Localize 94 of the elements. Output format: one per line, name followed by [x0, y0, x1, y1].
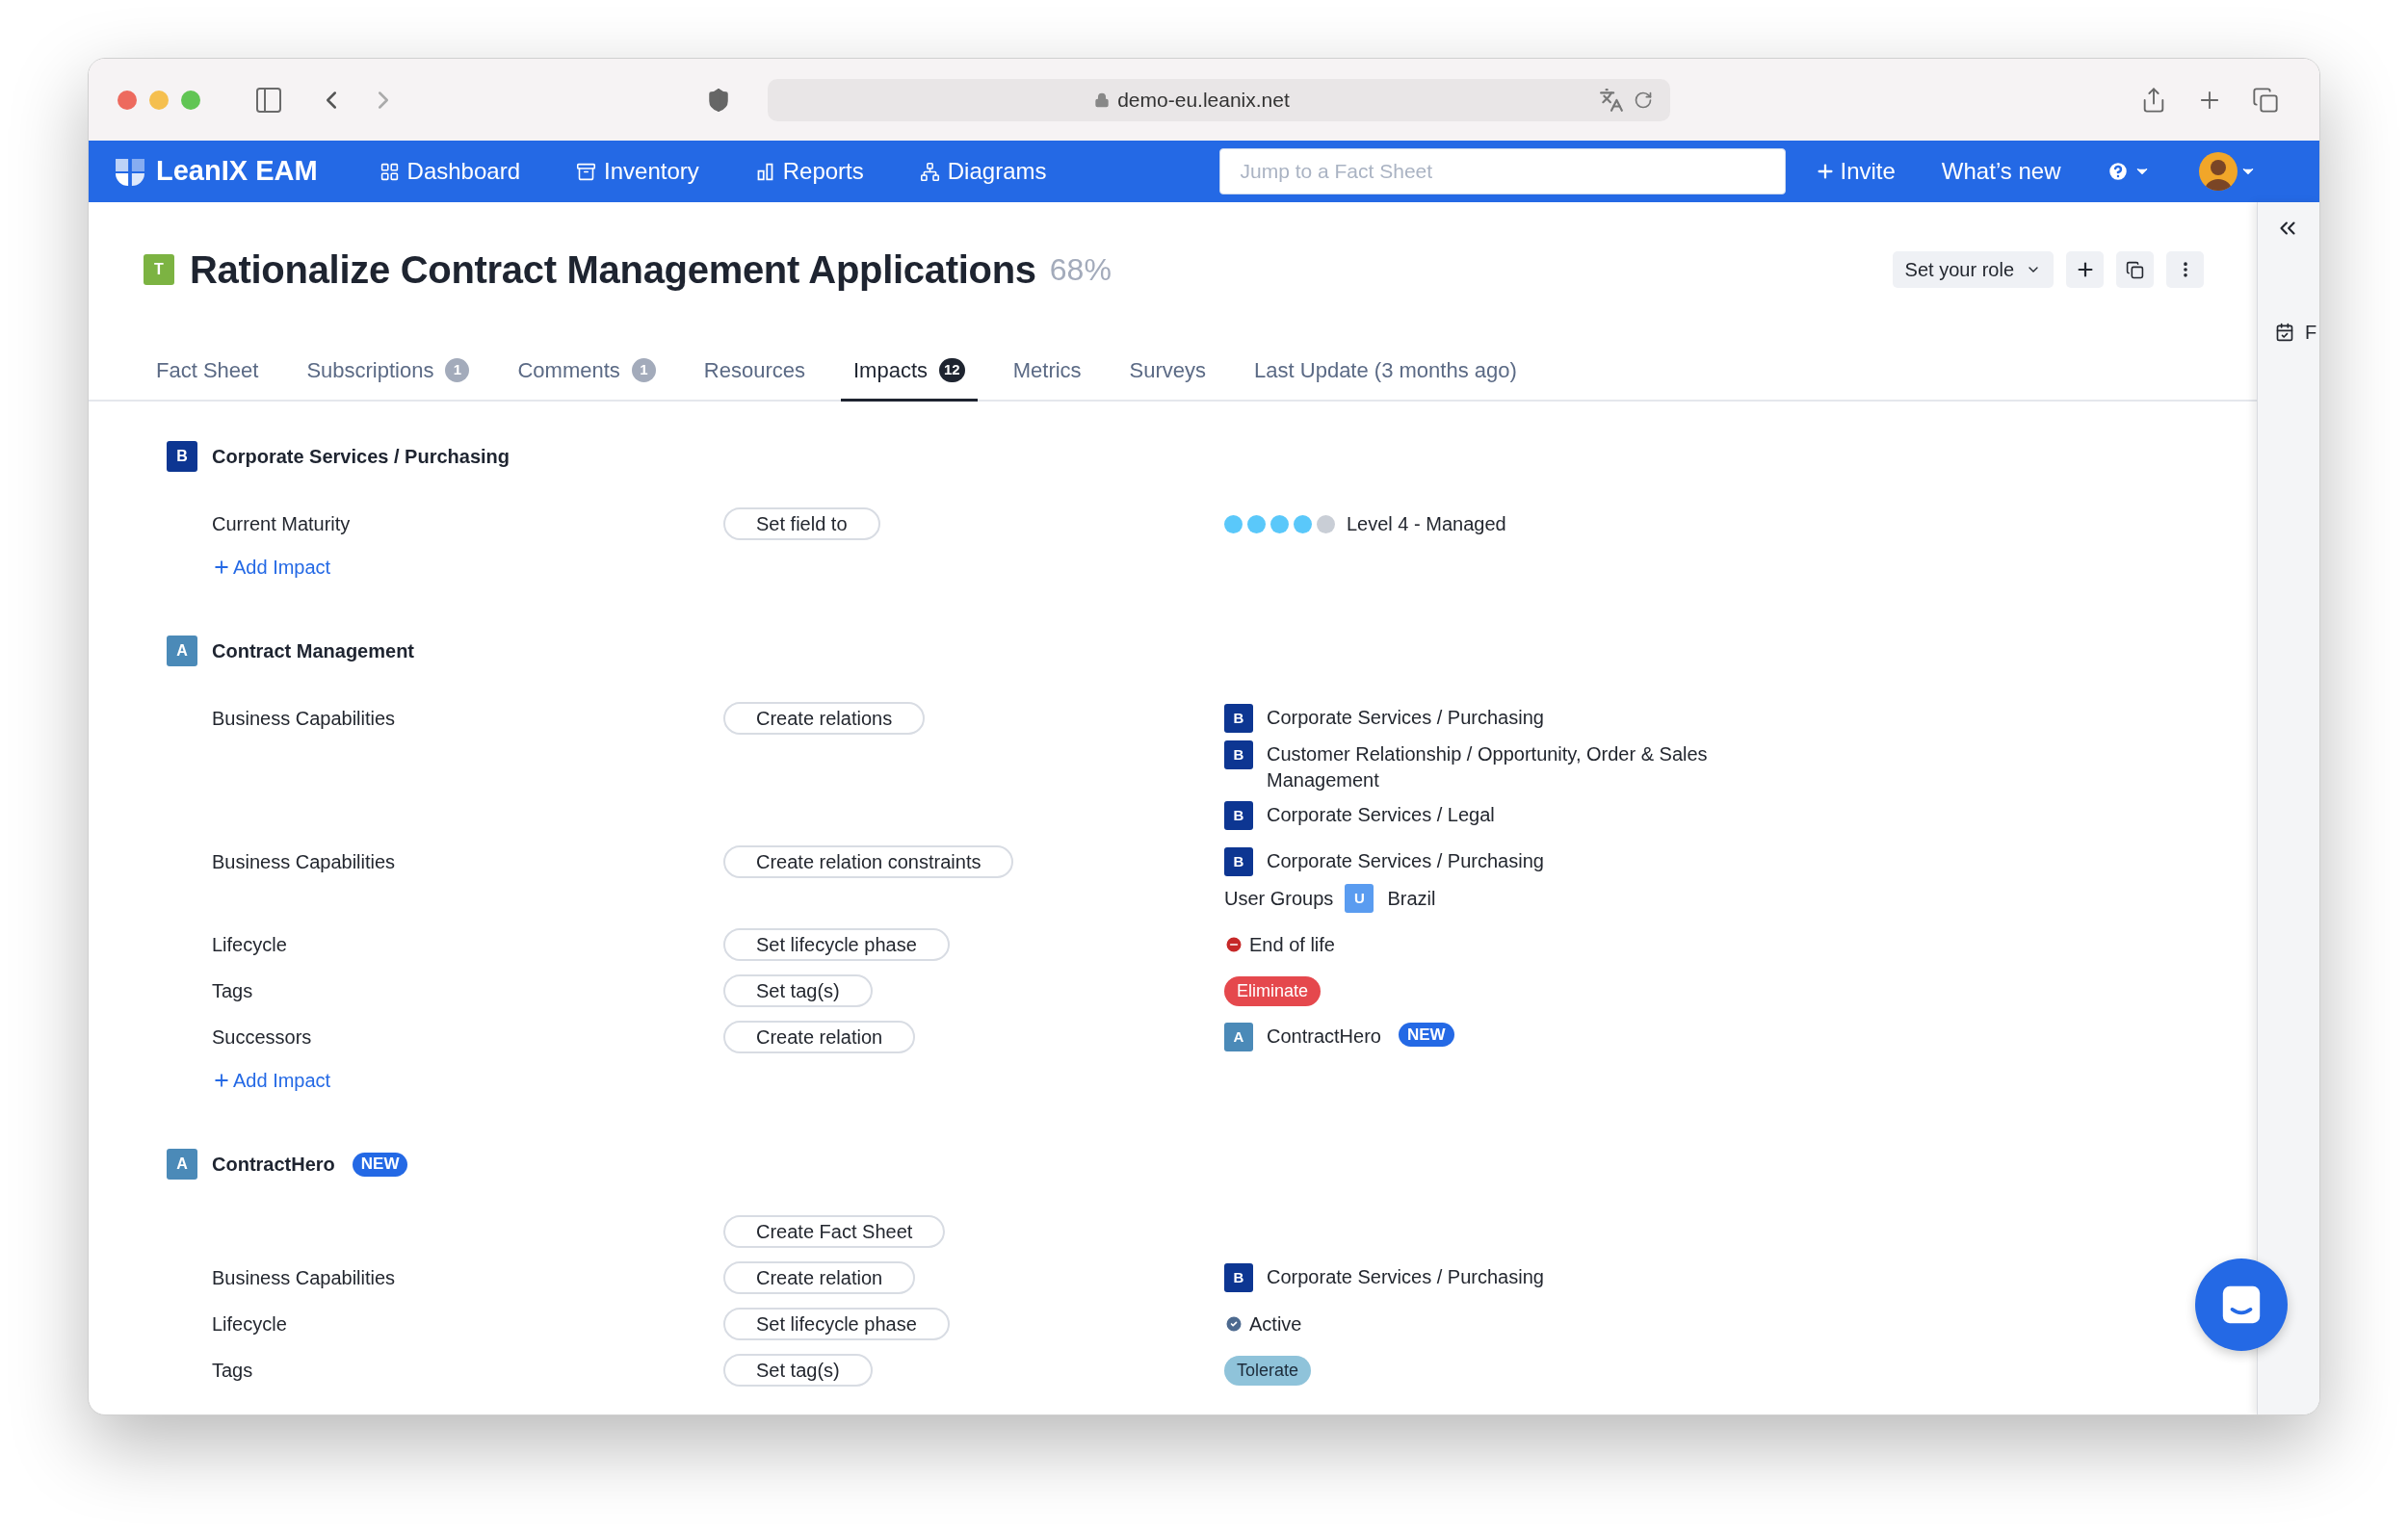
user-group-link[interactable]: Brazil [1387, 884, 1436, 913]
fact-sheet-link[interactable]: ContractHero [1267, 1023, 1381, 1050]
translate-icon[interactable] [1599, 87, 1624, 113]
impact-action-button[interactable]: Set lifecycle phase [723, 928, 950, 961]
impact-field: Business Capabilities [212, 1263, 396, 1292]
type-badge: B [1224, 847, 1253, 876]
nav-icon [379, 161, 400, 182]
fact-sheet-link[interactable]: Corporate Services / Purchasing [1267, 1263, 1544, 1290]
logo-icon [116, 157, 144, 186]
impact-action-button[interactable]: Create relation [723, 1261, 916, 1294]
new-badge: NEW [352, 1152, 408, 1177]
nav-icon [919, 161, 940, 182]
impact-action-button[interactable]: Set tag(s) [723, 1354, 873, 1387]
tab[interactable]: Subscriptions 1 [294, 342, 483, 402]
tab[interactable]: Resources [691, 342, 818, 402]
fact-sheet-link[interactable]: Customer Relationship / Opportunity, Order & Sales Management [1267, 740, 1758, 793]
fact-sheet-link[interactable]: Corporate Services / Purchasing [1267, 704, 1544, 731]
nav-link[interactable]: Dashboard [379, 154, 520, 189]
end-of-life-icon [1224, 935, 1243, 954]
nav-link[interactable]: Diagrams [919, 154, 1047, 189]
avatar [2199, 152, 2238, 191]
check-circle-icon [1224, 1314, 1243, 1334]
impact-action-button[interactable]: Set tag(s) [723, 974, 873, 1007]
panel-item-label[interactable]: F [2305, 318, 2317, 347]
chat-button[interactable] [2195, 1259, 2288, 1351]
add-impact-link[interactable]: Add Impact [212, 553, 331, 582]
fact-sheet-link[interactable]: Corporate Services / Purchasing [1267, 847, 1544, 874]
more-options-icon[interactable] [2166, 251, 2204, 288]
type-badge: A [167, 1149, 197, 1180]
maturity-level: Level 4 - Managed [1347, 512, 1506, 536]
impact-field: Business Capabilities [212, 704, 396, 733]
nav-link[interactable]: Reports [754, 154, 864, 189]
tab[interactable]: Comments 1 [505, 342, 668, 402]
tab[interactable]: Metrics [1000, 342, 1094, 402]
type-badge: B [1224, 740, 1253, 769]
impact-field: Tags [212, 1356, 253, 1385]
new-badge: NEW [1398, 1023, 1454, 1047]
impact-action-button[interactable]: Create relation constraints [723, 845, 1014, 878]
section-title[interactable]: ContractHero [212, 1150, 335, 1179]
tab[interactable]: Surveys [1116, 342, 1219, 402]
role-dropdown[interactable]: Set your role [1892, 251, 2054, 288]
group-label: User Groups [1224, 887, 1334, 911]
brand-name[interactable]: LeanIX EAM [156, 150, 318, 193]
impact-action-button[interactable]: Create relation [723, 1021, 916, 1053]
type-badge: A [1224, 1023, 1253, 1051]
add-icon[interactable] [2066, 251, 2104, 288]
type-badge: B [1224, 704, 1253, 733]
reload-icon[interactable] [1634, 90, 1653, 110]
url-text: demo-eu.leanix.net [1117, 87, 1290, 113]
lifecycle-phase: Active [1249, 1312, 1302, 1336]
completion-percent: 68% [1049, 251, 1112, 289]
type-badge: B [167, 441, 197, 472]
duplicate-icon[interactable] [2116, 251, 2154, 288]
plus-icon [212, 558, 231, 577]
tag: Tolerate [1224, 1355, 1312, 1386]
shield-icon[interactable] [706, 87, 731, 113]
section-title[interactable]: Contract Management [212, 636, 415, 665]
count-badge: 12 [939, 358, 965, 382]
nav-icon [576, 161, 596, 182]
address-bar[interactable]: demo-eu.leanix.net [768, 78, 1670, 121]
count-badge: 1 [445, 358, 470, 382]
impact-field: Tags [212, 976, 253, 1005]
type-badge: T [144, 254, 174, 285]
impact-action-button[interactable]: Set field to [723, 507, 880, 540]
impact-action-button[interactable]: Set lifecycle phase [723, 1308, 950, 1340]
tabs-overview-icon[interactable] [2252, 86, 2279, 114]
impact-field: Current Maturity [212, 509, 351, 538]
lifecycle-phase: End of life [1249, 933, 1335, 957]
fact-sheet-link[interactable]: Corporate Services / Legal [1267, 801, 1495, 828]
lock-icon [1094, 91, 1111, 108]
tab[interactable]: Last Update (3 months ago) [1242, 342, 1530, 402]
plus-icon [212, 1071, 231, 1090]
count-badge: 1 [631, 358, 656, 382]
whats-new-link[interactable]: What’s new [1941, 154, 2061, 189]
impact-field: Business Capabilities [212, 847, 396, 876]
impact-field: Lifecycle [212, 1310, 287, 1338]
tab[interactable]: Impacts 12 [841, 342, 978, 402]
search-field[interactable]: Jump to a Fact Sheet [1219, 148, 1787, 195]
section-title[interactable]: Corporate Services / Purchasing [212, 442, 510, 471]
invite-link[interactable]: Invite [1815, 154, 1896, 189]
calendar-check-icon[interactable] [2275, 323, 2294, 342]
type-badge: U [1345, 884, 1374, 913]
fact-sheet-title: Rationalize Contract Management Applications [190, 247, 1036, 293]
type-badge: A [167, 636, 197, 666]
nav-link[interactable]: Inventory [576, 154, 699, 189]
add-impact-link[interactable]: Add Impact [212, 1066, 331, 1095]
impact-field: Lifecycle [212, 930, 287, 959]
impact-action-button[interactable]: Create Fact Sheet [723, 1215, 946, 1248]
type-badge: B [1224, 801, 1253, 830]
tag: Eliminate [1224, 975, 1322, 1006]
type-badge: B [1224, 1263, 1253, 1292]
impact-field: Successors [212, 1023, 312, 1051]
tab[interactable]: Fact Sheet [144, 342, 272, 402]
impact-action-button[interactable]: Create relations [723, 702, 926, 735]
